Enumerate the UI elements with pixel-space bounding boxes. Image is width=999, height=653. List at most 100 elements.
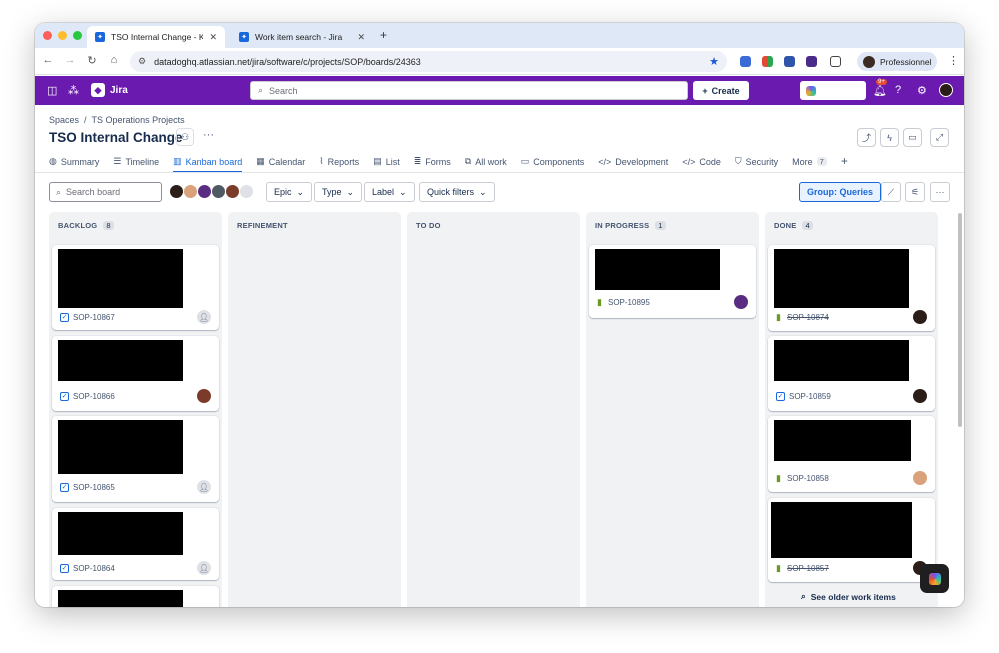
create-button[interactable]: + Create bbox=[693, 81, 749, 100]
assignee-avatar[interactable] bbox=[913, 310, 927, 324]
forward-arrow-icon[interactable]: → bbox=[63, 54, 77, 66]
column-header: TO DO bbox=[416, 221, 441, 230]
home-icon[interactable]: ⌂ bbox=[107, 54, 121, 66]
search-board-input[interactable]: ⌕ Search board bbox=[49, 182, 162, 202]
work-item-card[interactable]: ▮ SOP-10874 bbox=[768, 245, 935, 331]
quick-filters-dropdown[interactable]: Quick filters ⌄ bbox=[419, 182, 495, 202]
sidebar-toggle-icon[interactable]: ◫ bbox=[47, 84, 57, 97]
automation-bolt-icon[interactable]: ϟ bbox=[880, 128, 899, 147]
work-item-card[interactable] bbox=[52, 586, 219, 607]
label-filter-dropdown[interactable]: Label ⌄ bbox=[364, 182, 415, 202]
epic-filter-dropdown[interactable]: Epic ⌄ bbox=[266, 182, 313, 202]
unassigned-avatar-icon[interactable]: 👤︎ bbox=[197, 310, 211, 324]
work-item-card[interactable]: ✓ SOP-10866 bbox=[52, 336, 219, 411]
list-icon: ▤ bbox=[373, 156, 382, 166]
tab-timeline[interactable]: ☰ Timeline bbox=[113, 154, 159, 169]
jira-logo[interactable]: ◆ Jira bbox=[91, 83, 128, 97]
reload-icon[interactable]: ↻ bbox=[85, 54, 99, 67]
redacted-summary bbox=[58, 512, 183, 555]
back-arrow-icon[interactable]: ← bbox=[41, 54, 55, 66]
unassigned-avatar-icon[interactable]: 👤︎ bbox=[197, 480, 211, 494]
user-avatar[interactable] bbox=[939, 83, 953, 97]
tab-code[interactable]: </> Code bbox=[682, 154, 721, 169]
tab-forms[interactable]: ≣ Forms bbox=[414, 154, 451, 169]
assignee-avatar[interactable] bbox=[734, 295, 748, 309]
close-tab-icon[interactable]: ✕ bbox=[357, 32, 365, 43]
tab-reports[interactable]: ⌇ Reports bbox=[319, 154, 359, 169]
unassigned-avatar-icon[interactable]: 👤︎ bbox=[197, 561, 211, 575]
browser-tab-strip: ✦ TSO Internal Change - Kanban board - J… bbox=[35, 23, 964, 48]
url-bar[interactable]: ⚙ datadoghq.atlassian.net/jira/software/… bbox=[130, 51, 727, 72]
work-item-card[interactable]: ▮ SOP-10895 bbox=[589, 245, 756, 318]
avatar[interactable] bbox=[239, 184, 254, 199]
insights-chart-icon[interactable]: ⟋ bbox=[881, 182, 901, 202]
expand-icon[interactable]: ⤢ bbox=[930, 128, 949, 147]
avatar[interactable] bbox=[225, 184, 240, 199]
assignee-avatar[interactable] bbox=[913, 389, 927, 403]
tab-list[interactable]: ▤ List bbox=[373, 154, 400, 169]
more-actions-icon[interactable]: ··· bbox=[203, 129, 214, 141]
browser-menu-icon[interactable]: ⋮ bbox=[948, 54, 959, 67]
view-settings-icon[interactable]: ⚟ bbox=[905, 182, 925, 202]
notifications-bell-icon[interactable]: 🔔︎ bbox=[873, 84, 887, 97]
add-tab-plus-icon[interactable]: + bbox=[841, 152, 848, 169]
tab-components[interactable]: ▭ Components bbox=[521, 154, 585, 169]
extension-icon[interactable] bbox=[762, 56, 773, 67]
app-switcher-icon[interactable]: ⁂ bbox=[68, 84, 79, 97]
column-count: 1 bbox=[655, 221, 666, 230]
tab-more[interactable]: More 7 bbox=[792, 154, 827, 169]
board-scrollbar[interactable] bbox=[958, 213, 962, 427]
tab-summary[interactable]: ◍ Summary bbox=[49, 154, 99, 169]
close-tab-icon[interactable]: ✕ bbox=[209, 32, 217, 43]
card-footer: ▮ SOP-10895 bbox=[597, 297, 650, 308]
column-in-progress: IN PROGRESS 1 ▮ SOP-10895 bbox=[586, 212, 759, 607]
column-to-do: TO DO bbox=[407, 212, 580, 607]
close-window-button[interactable] bbox=[43, 31, 52, 40]
tab-security[interactable]: ⛉ Security bbox=[735, 154, 778, 169]
work-item-card[interactable]: ✓ SOP-10859 bbox=[768, 336, 935, 411]
rovo-button[interactable] bbox=[800, 81, 866, 100]
more-actions-icon[interactable]: ··· bbox=[930, 182, 950, 202]
redacted-summary bbox=[774, 420, 911, 461]
settings-gear-icon[interactable]: ⚙ bbox=[917, 84, 927, 97]
zoom-window-button[interactable] bbox=[73, 31, 82, 40]
global-search-input[interactable]: ⌕ Search bbox=[250, 81, 688, 100]
browser-tab-search[interactable]: ✦ Work item search - Jira ✕ bbox=[231, 26, 373, 48]
extension-icon[interactable] bbox=[806, 56, 817, 67]
avatar[interactable] bbox=[197, 184, 212, 199]
feedback-icon[interactable]: ▭ bbox=[903, 128, 922, 147]
minimize-window-button[interactable] bbox=[58, 31, 67, 40]
url-text[interactable]: datadoghq.atlassian.net/jira/software/c/… bbox=[154, 57, 421, 67]
avatar[interactable] bbox=[169, 184, 184, 199]
tab-all-work[interactable]: ⧉ All work bbox=[465, 154, 507, 169]
team-people-icon[interactable]: ⚇ bbox=[176, 128, 194, 146]
tab-kanban-board[interactable]: ▥ Kanban board bbox=[173, 154, 243, 173]
extension-icon[interactable] bbox=[784, 56, 795, 67]
profile-button[interactable]: Professionnel bbox=[857, 52, 937, 71]
work-item-card[interactable]: ▮ SOP-10858 bbox=[768, 416, 935, 492]
avatar[interactable] bbox=[211, 184, 226, 199]
column-done: DONE 4 ▮ SOP-10874 ✓ SOP-10859 ▮ SOP-10858 ▮… bbox=[765, 212, 938, 607]
group-by-button[interactable]: Group: Queries bbox=[799, 182, 882, 202]
rovo-chat-button[interactable] bbox=[920, 564, 949, 593]
help-icon[interactable]: ? bbox=[895, 84, 901, 96]
assignee-avatar[interactable] bbox=[197, 389, 211, 403]
tab-development[interactable]: </> Development bbox=[598, 154, 668, 169]
tab-calendar[interactable]: ▦ Calendar bbox=[256, 154, 305, 169]
type-filter-dropdown[interactable]: Type ⌄ bbox=[314, 182, 363, 202]
extensions-puzzle-icon[interactable] bbox=[830, 56, 841, 67]
work-item-card[interactable]: ✓ SOP-10867 👤︎ bbox=[52, 245, 219, 330]
avatar[interactable] bbox=[183, 184, 198, 199]
bookmark-star-icon[interactable]: ★ bbox=[709, 55, 719, 68]
new-tab-icon[interactable]: + bbox=[380, 28, 387, 42]
see-older-work-items-link[interactable]: ⌕ See older work items bbox=[801, 591, 896, 602]
work-item-card[interactable]: ✓ SOP-10864 👤︎ bbox=[52, 508, 219, 580]
share-icon[interactable]: ⤴ bbox=[857, 128, 876, 147]
site-info-icon[interactable]: ⚙ bbox=[138, 56, 146, 67]
calendar-icon: ▦ bbox=[256, 156, 265, 166]
extension-icon[interactable] bbox=[740, 56, 751, 67]
work-item-card[interactable]: ✓ SOP-10865 👤︎ bbox=[52, 416, 219, 502]
browser-tab-kanban[interactable]: ✦ TSO Internal Change - Kanban board - J… bbox=[87, 26, 225, 48]
work-item-card[interactable]: ▮ SOP-10857 bbox=[768, 498, 935, 582]
assignee-avatar[interactable] bbox=[913, 471, 927, 485]
